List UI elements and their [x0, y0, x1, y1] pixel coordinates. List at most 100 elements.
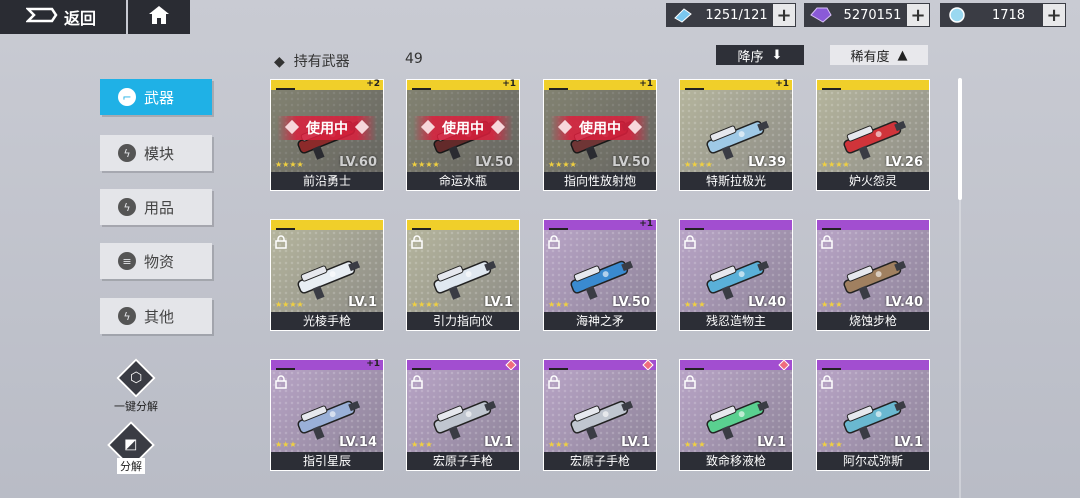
- in-use-badge: 使用中: [277, 116, 377, 140]
- weapon-card[interactable]: ★★★ LV.40 烧蚀步枪: [816, 219, 930, 331]
- bolt-icon: ϟ: [118, 144, 136, 162]
- weapon-name: 特斯拉极光: [680, 172, 792, 190]
- weapon-name: 宏原子手枪: [544, 452, 656, 470]
- weapon-type-icon: [684, 360, 708, 374]
- rarity-sort-button[interactable]: 稀有度 ▲: [830, 45, 928, 65]
- rarity-stars: ★★★: [821, 440, 843, 449]
- bolt-icon: ϟ: [118, 198, 136, 216]
- weapon-card[interactable]: +1 ★★★ LV.50 海神之矛: [543, 219, 657, 331]
- rarity-stars: ★★★★: [411, 300, 440, 309]
- lock-icon: [548, 234, 560, 249]
- weapon-card[interactable]: ★★★★ LV.1 引力指向仪: [406, 219, 520, 331]
- weapon-card[interactable]: ★★★ LV.40 残忍造物主: [679, 219, 793, 331]
- resource-crystal: 5270151 +: [804, 3, 930, 27]
- weapon-card[interactable]: +1 ★★★ LV.14 指引星辰: [270, 359, 384, 471]
- in-use-badge: 使用中: [413, 116, 513, 140]
- weapon-name: 妒火怨灵: [817, 172, 929, 190]
- one-click-decompose-button[interactable]: ⬡ 一键分解: [114, 358, 158, 414]
- weapon-level: LV.39: [748, 155, 786, 170]
- weapon-card[interactable]: +1 ★★★★ LV.39 特斯拉极光: [679, 79, 793, 191]
- lock-icon: [684, 234, 696, 249]
- weapon-name: 宏原子手枪: [407, 452, 519, 470]
- weapon-card[interactable]: ★★★ LV.1 宏原子手枪: [406, 359, 520, 471]
- sidebar-item-materials[interactable]: ≡ 物资: [100, 243, 212, 279]
- rarity-band: [271, 220, 383, 234]
- gem-icon: [505, 359, 517, 371]
- weapon-card[interactable]: ★★★ LV.1 宏原子手枪: [543, 359, 657, 471]
- rarity-band: [817, 80, 929, 94]
- weapon-card[interactable]: ★★★★ LV.1 光棱手枪: [270, 219, 384, 331]
- weapon-card[interactable]: ★★★★ LV.26 妒火怨灵: [816, 79, 930, 191]
- home-button[interactable]: [128, 0, 190, 34]
- bolt-icon: ϟ: [118, 307, 136, 325]
- rarity-stars: ★★★★: [684, 160, 713, 169]
- rarity-band: [407, 359, 519, 374]
- weapon-card[interactable]: +2 使用中 ★★★★ LV.60 前沿勇士: [270, 79, 384, 191]
- top-bar: 返回 1251/121 + 5270151 + 1718 +: [0, 0, 1080, 36]
- rarity-band: +1: [407, 79, 519, 94]
- sidebar-item-label: 其他: [144, 307, 175, 326]
- lock-icon: [821, 234, 833, 249]
- lock-icon: [411, 374, 423, 389]
- add-orb-button[interactable]: +: [1043, 4, 1065, 26]
- rarity-stars: ★★★★: [821, 160, 850, 169]
- weapon-name: 致命移液枪: [680, 452, 792, 470]
- ticket-value: 1251/121: [705, 7, 768, 23]
- scrollbar-thumb[interactable]: [958, 78, 962, 200]
- weapon-count: 49: [405, 51, 423, 67]
- weapon-level: LV.40: [885, 295, 923, 310]
- rarity-band: [680, 359, 792, 374]
- one-click-decompose-label: 一键分解: [114, 400, 158, 413]
- weapon-name: 残忍造物主: [680, 312, 792, 330]
- owned-weapons-label: 持有武器: [293, 54, 350, 70]
- refine-badge: +1: [502, 79, 516, 89]
- weapon-type-icon: [411, 220, 435, 234]
- rarity-band: +2: [271, 79, 383, 94]
- sidebar-item-other[interactable]: ϟ 其他: [100, 298, 212, 334]
- back-label: 返回: [64, 9, 97, 28]
- weapon-type-icon: [411, 80, 435, 94]
- sidebar-item-weapons[interactable]: ⌐ 武器: [100, 79, 212, 115]
- weapon-level: LV.26: [885, 155, 923, 170]
- weapon-name: 阿尔忒弥斯: [817, 452, 929, 470]
- sidebar-item-modules[interactable]: ϟ 模块: [100, 135, 212, 171]
- weapon-type-icon: [275, 360, 299, 374]
- sort-order-button[interactable]: 降序 ⬇: [716, 45, 804, 65]
- rarity-band: [680, 220, 792, 234]
- lock-icon: [275, 374, 287, 389]
- weapon-level: LV.1: [757, 435, 786, 450]
- weapon-type-icon: [548, 360, 572, 374]
- weapon-card[interactable]: ★★★ LV.1 致命移液枪: [679, 359, 793, 471]
- weapon-type-icon: [275, 220, 299, 234]
- sort-order-label: 降序: [737, 49, 764, 65]
- hexagon-icon: ⬡: [116, 358, 156, 398]
- weapon-type-icon: [684, 220, 708, 234]
- weapon-level: LV.50: [612, 155, 650, 170]
- gem-icon: [778, 359, 790, 371]
- add-ticket-button[interactable]: +: [773, 4, 795, 26]
- orb-icon: [940, 5, 974, 25]
- lock-icon: [411, 234, 423, 249]
- rarity-band: [817, 360, 929, 374]
- back-icon: [24, 7, 58, 27]
- rarity-stars: ★★★: [275, 440, 297, 449]
- add-crystal-button[interactable]: +: [907, 4, 929, 26]
- lock-icon: [821, 374, 833, 389]
- sidebar-item-supplies[interactable]: ϟ 用品: [100, 189, 212, 225]
- resource-orb: 1718 +: [940, 3, 1066, 27]
- weapon-card[interactable]: ★★★ LV.1 阿尔忒弥斯: [816, 359, 930, 471]
- rarity-stars: ★★★★: [548, 160, 577, 169]
- weapon-type-icon: [275, 80, 299, 94]
- weapon-card[interactable]: +1 使用中 ★★★★ LV.50 命运水瓶: [406, 79, 520, 191]
- back-button[interactable]: 返回: [0, 0, 126, 34]
- gun-icon: ⌐: [118, 88, 136, 106]
- weapon-card[interactable]: +1 使用中 ★★★★ LV.50 指向性放射炮: [543, 79, 657, 191]
- weapon-type-icon: [821, 80, 845, 94]
- owned-weapons-title: ◆ 持有武器: [274, 51, 350, 71]
- rarity-stars: ★★★★: [411, 160, 440, 169]
- weapon-level: LV.60: [339, 155, 377, 170]
- decompose-button[interactable]: ◩ 分解: [106, 420, 156, 482]
- weapon-name: 引力指向仪: [407, 312, 519, 330]
- weapon-name: 指引星辰: [271, 452, 383, 470]
- resource-ticket: 1251/121 +: [666, 3, 796, 27]
